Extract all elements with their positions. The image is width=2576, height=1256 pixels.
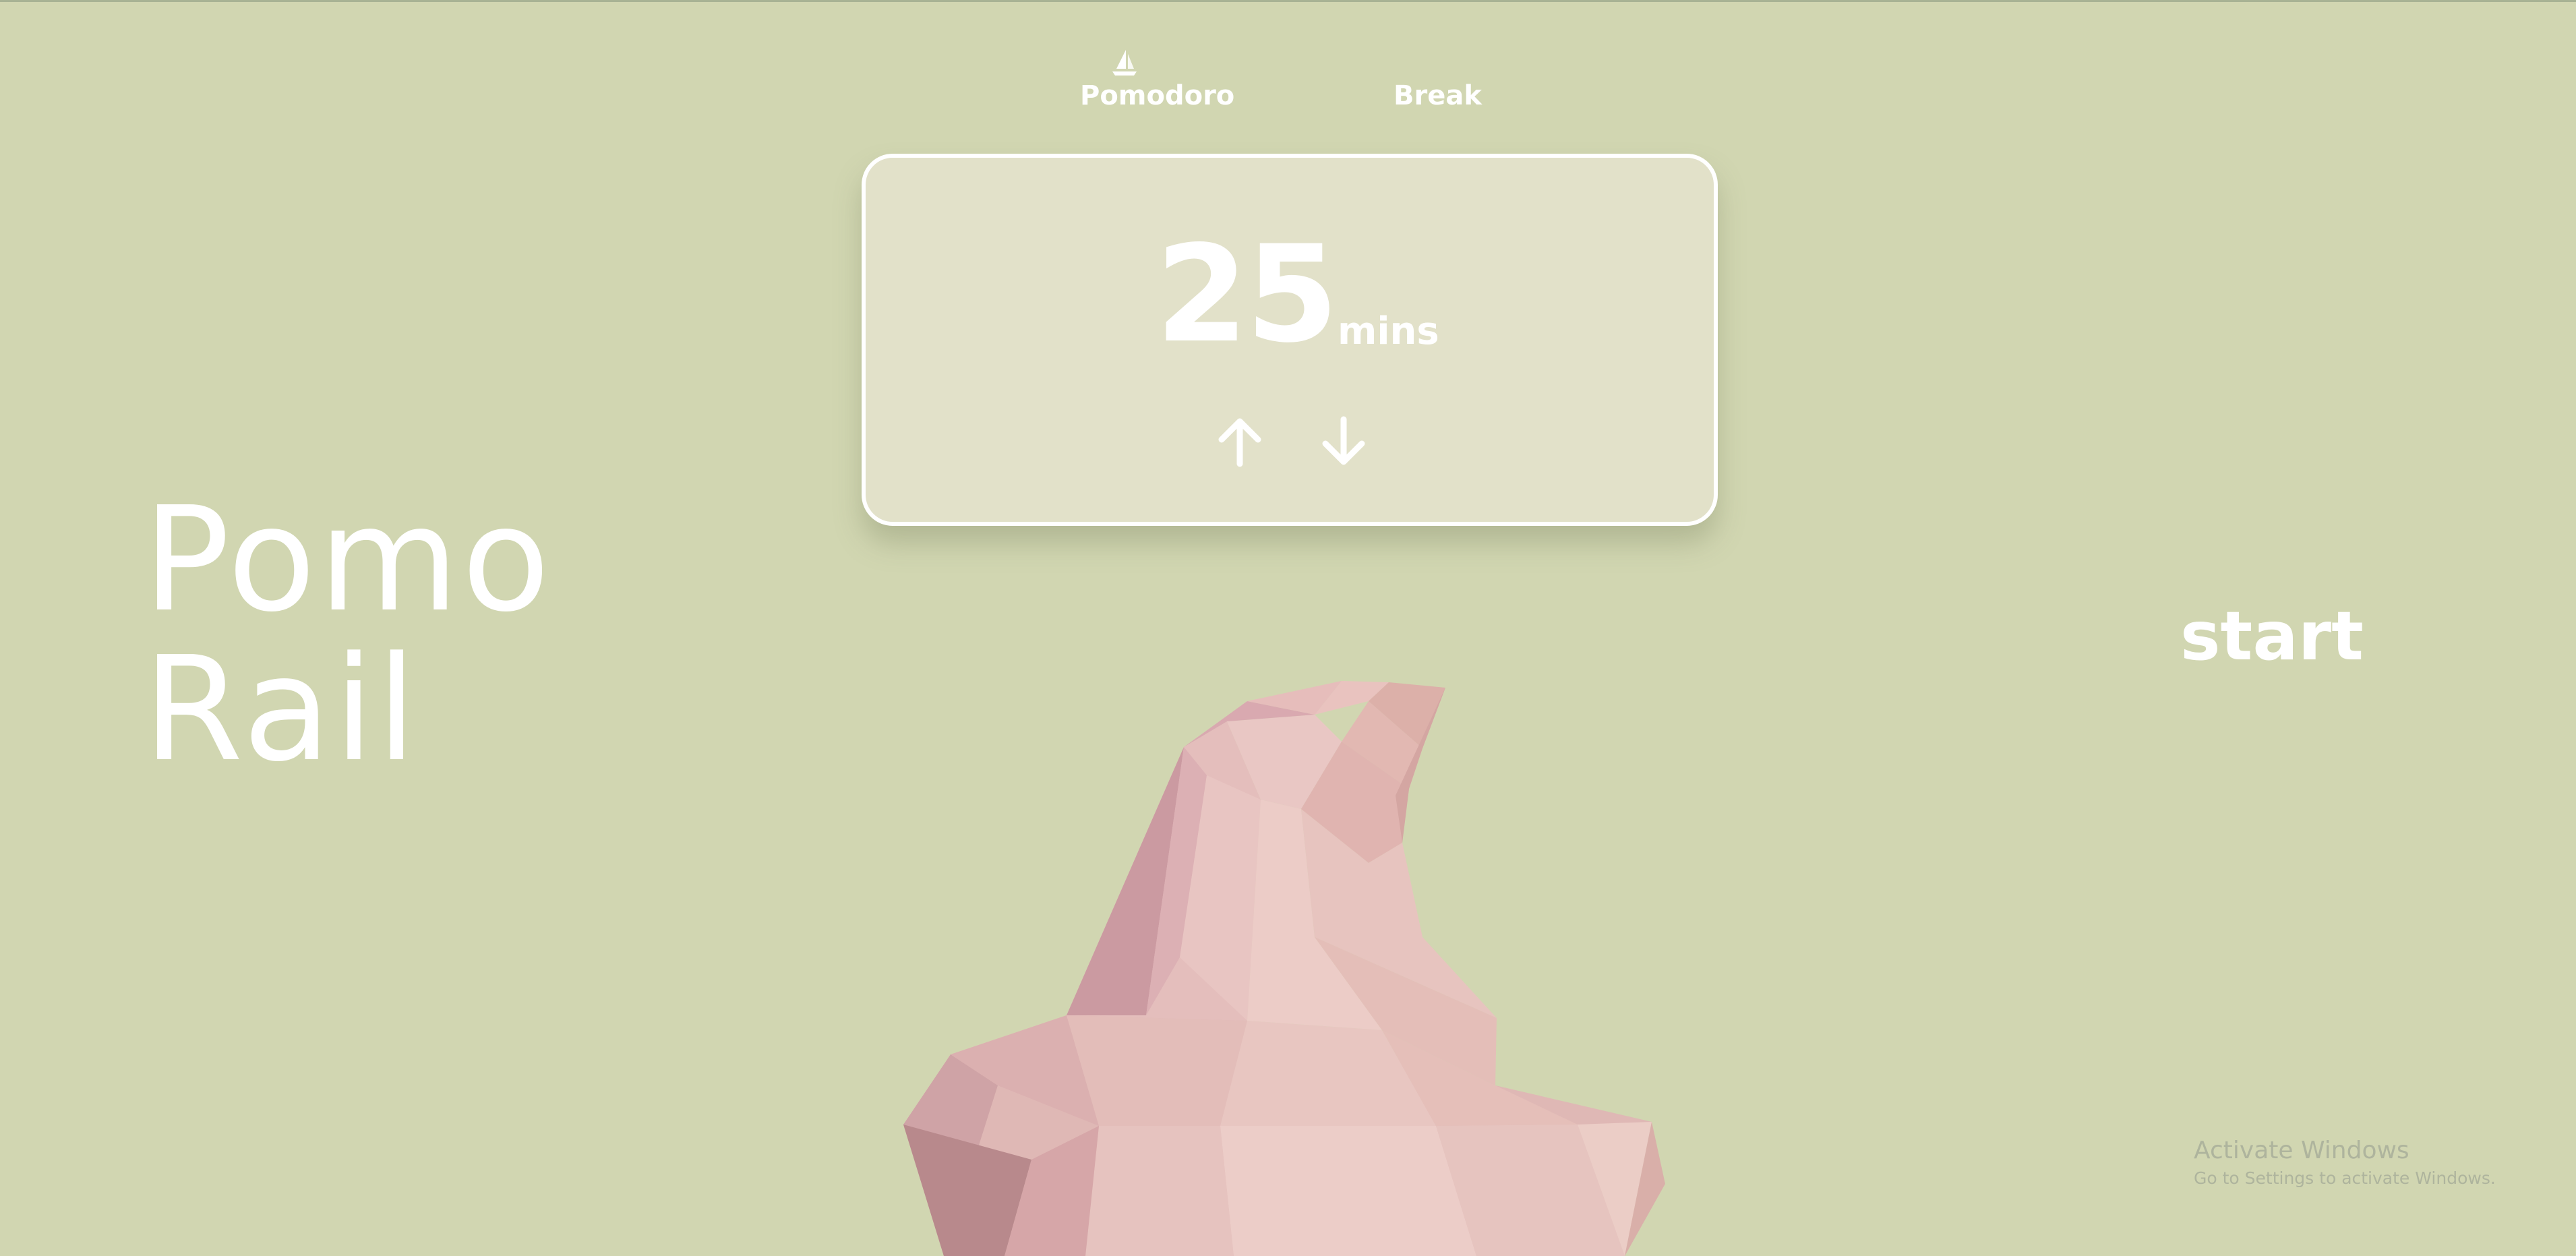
brand-line-1: Pomo xyxy=(143,476,553,644)
arrow-up-icon[interactable] xyxy=(1211,413,1269,471)
timer-unit-label: mins xyxy=(1338,309,1439,353)
tab-break[interactable]: Break xyxy=(1394,76,1482,116)
start-button[interactable]: start xyxy=(2180,596,2364,677)
watermark-title: Activate Windows xyxy=(2194,1137,2409,1164)
arrow-down-icon[interactable] xyxy=(1315,413,1373,471)
low-poly-rail-illustration xyxy=(903,681,1665,1256)
watermark-subtitle: Go to Settings to activate Windows. xyxy=(2194,1168,2496,1188)
brand-line-2: Rail xyxy=(143,626,420,794)
top-border xyxy=(0,0,2576,2)
brand-title: Pomo Rail xyxy=(143,485,553,785)
timer-minutes: 25 xyxy=(1156,216,1339,372)
activate-windows-watermark: Activate Windows Go to Settings to activ… xyxy=(2194,1135,2496,1191)
sail-boat-icon xyxy=(1112,50,1137,76)
tab-pomodoro[interactable]: Pomodoro xyxy=(1080,76,1234,116)
timer-card: 25 mins xyxy=(862,154,1718,526)
